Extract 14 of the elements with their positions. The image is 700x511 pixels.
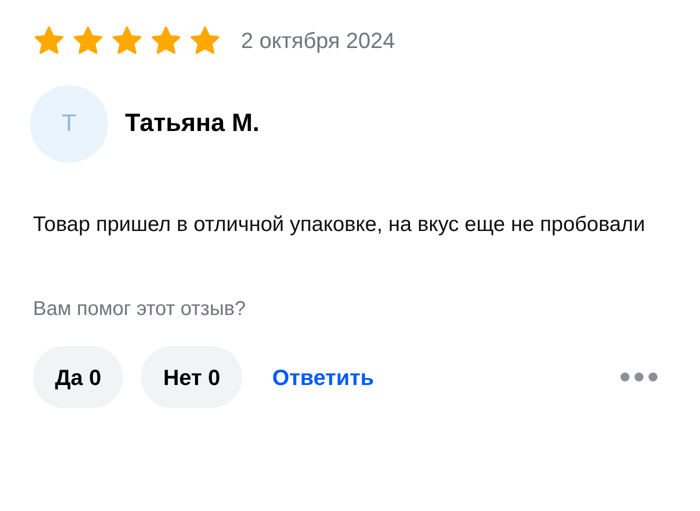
review-date: 2 октября 2024 <box>241 27 395 55</box>
more-icon[interactable] <box>620 372 658 382</box>
vote-button[interactable]: Да 0 <box>33 346 124 408</box>
star-icon <box>111 26 143 56</box>
star-icon <box>189 26 221 56</box>
helpful-question: Вам помог этот отзыв? <box>33 297 247 322</box>
reply-link[interactable]: Ответить <box>272 360 374 394</box>
author-name: Татьяна М. <box>125 108 260 140</box>
star-icon <box>33 26 65 56</box>
star-icon <box>150 26 182 56</box>
vote-button[interactable]: Нет 0 <box>141 346 242 408</box>
avatar: Т <box>30 85 108 163</box>
star-icon <box>72 26 104 56</box>
review-text: Товар пришел в отличной упаковке, на вкус еще не пробовали <box>33 212 646 238</box>
